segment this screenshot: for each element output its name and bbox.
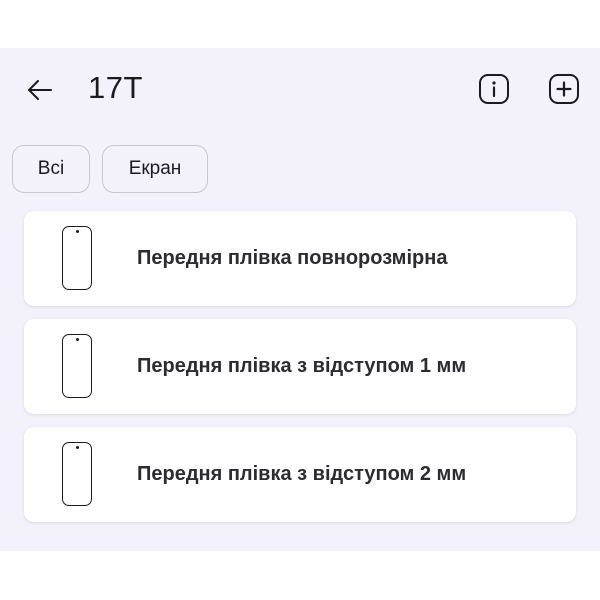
list-item[interactable]: Передня плівка повнорозмірна	[24, 211, 576, 306]
film-type-list: Передня плівка повнорозмірна Передня плі…	[24, 211, 576, 535]
phone-outline-icon	[62, 442, 92, 506]
filter-chip-screen[interactable]: Екран	[102, 145, 208, 193]
back-button[interactable]	[22, 72, 58, 108]
page-title: 17T	[88, 70, 143, 105]
filter-chip-all[interactable]: Всі	[12, 145, 90, 193]
filter-chips: Всі Екран	[12, 145, 208, 195]
add-icon	[549, 74, 579, 104]
list-item[interactable]: Передня плівка з відступом 1 мм	[24, 319, 576, 414]
top-app-bar: 17T	[0, 48, 600, 132]
list-item-label: Передня плівка з відступом 1 мм	[137, 355, 467, 377]
info-button[interactable]	[477, 72, 511, 106]
app-screen: 17T Всі Екран Передня плівка повнорозмір…	[0, 48, 600, 551]
add-button[interactable]	[547, 72, 581, 106]
list-item-label: Передня плівка повнорозмірна	[137, 247, 448, 269]
list-item[interactable]: Передня плівка з відступом 2 мм	[24, 427, 576, 522]
info-icon	[479, 74, 509, 104]
phone-outline-icon	[62, 226, 92, 290]
phone-outline-icon	[62, 334, 92, 398]
list-item-label: Передня плівка з відступом 2 мм	[137, 463, 467, 485]
arrow-left-icon	[28, 80, 52, 100]
